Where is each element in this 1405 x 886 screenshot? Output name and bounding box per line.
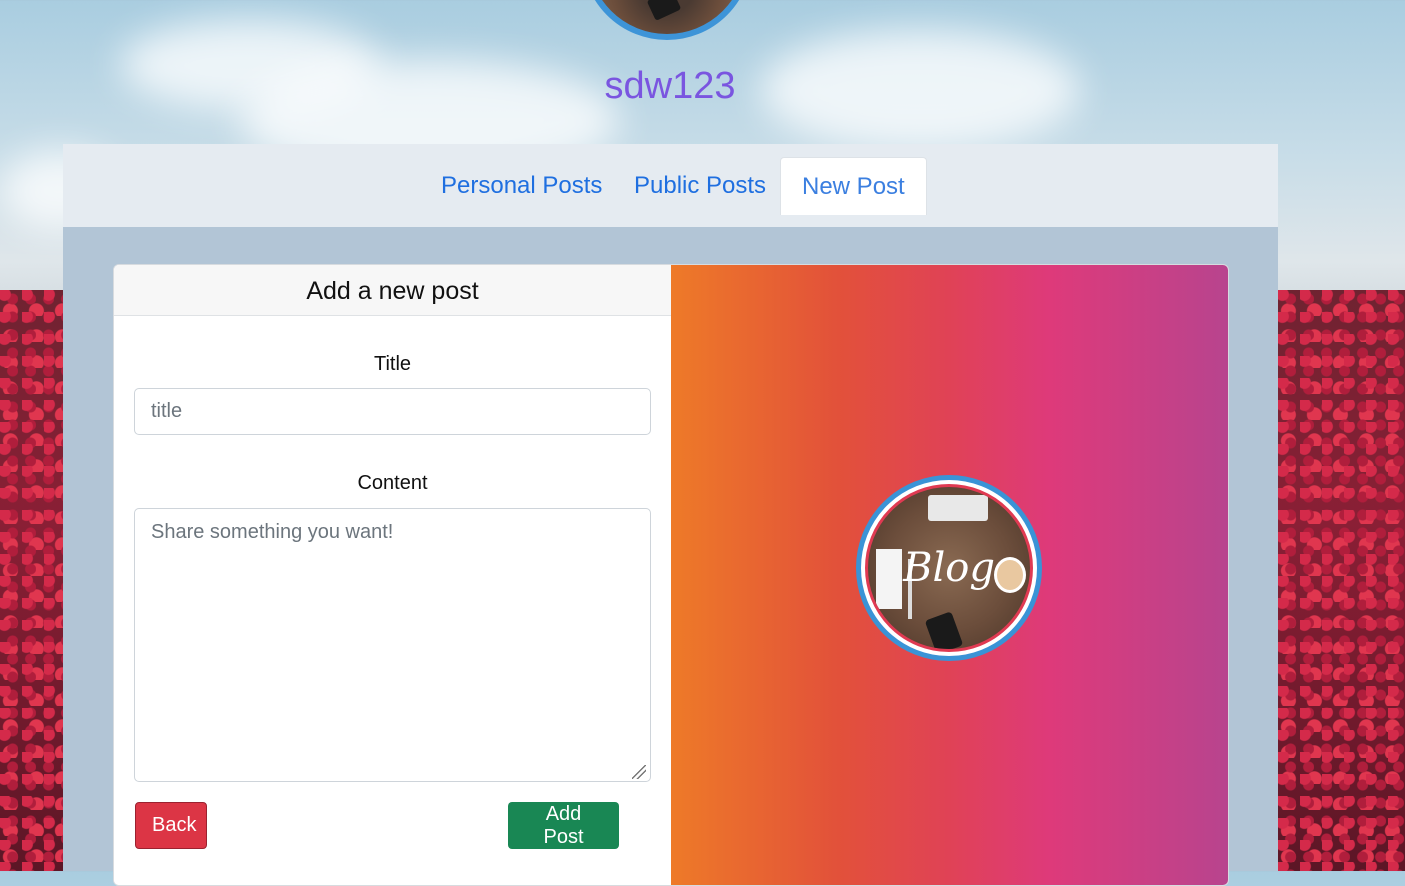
blog-logo: Blog — [856, 475, 1042, 661]
phone-graphic — [924, 611, 964, 649]
tab-new-post[interactable]: New Post — [780, 157, 927, 215]
background-foliage-right — [1278, 290, 1405, 871]
content-textarea[interactable] — [134, 508, 651, 782]
profile-avatar — [582, 0, 752, 40]
keyboard-graphic — [928, 495, 988, 521]
content-label: Content — [357, 472, 428, 494]
tab-public-posts[interactable]: Public Posts — [613, 157, 787, 215]
username-heading: sdw123 — [604, 65, 736, 107]
decorative-gradient-panel: Blog — [671, 265, 1228, 885]
new-post-form: Add a new post Title Content Back Add Po… — [114, 265, 671, 885]
title-label: Title — [373, 353, 412, 375]
back-button[interactable]: Back — [135, 802, 207, 849]
new-post-card: Add a new post Title Content Back Add Po… — [113, 264, 1229, 886]
tab-personal-posts[interactable]: Personal Posts — [420, 157, 623, 215]
title-input[interactable] — [134, 388, 651, 435]
blog-logo-image: Blog — [865, 484, 1033, 652]
add-post-button[interactable]: Add Post — [508, 802, 619, 849]
avatar-phone-graphic — [646, 0, 682, 21]
background-foliage-left — [0, 290, 70, 871]
blog-logo-text: Blog — [903, 545, 995, 591]
card-header-title: Add a new post — [114, 265, 671, 316]
resize-handle-icon[interactable] — [632, 765, 646, 779]
post-nav-tabs: Personal Posts Public Posts New Post — [63, 144, 1278, 227]
